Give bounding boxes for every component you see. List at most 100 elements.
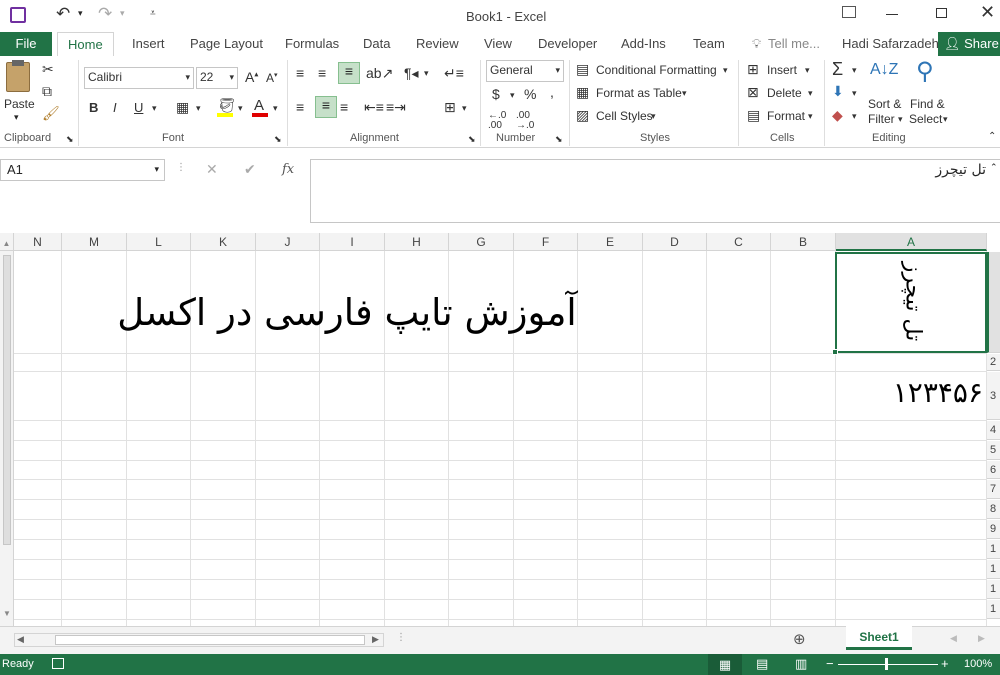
- merge-center-icon[interactable]: ⊞: [444, 100, 456, 114]
- tab-page-layout[interactable]: Page Layout: [190, 36, 263, 51]
- column-header-g[interactable]: G: [449, 233, 514, 251]
- insert-cells-button[interactable]: Insert: [767, 63, 797, 77]
- column-header-n[interactable]: N: [14, 233, 62, 251]
- zoom-out-icon[interactable]: −: [826, 656, 834, 671]
- zoom-thumb[interactable]: [885, 658, 888, 670]
- delete-cells-icon[interactable]: ⊠: [747, 85, 759, 99]
- format-as-table-icon[interactable]: ▦: [576, 85, 589, 99]
- conditional-formatting-icon[interactable]: ▤: [576, 62, 589, 76]
- column-header-f[interactable]: F: [514, 233, 578, 251]
- orientation-icon[interactable]: ab↗: [366, 66, 393, 80]
- italic-icon[interactable]: I: [113, 101, 117, 114]
- decrease-font-icon[interactable]: A▾: [266, 72, 278, 84]
- font-color-icon[interactable]: A: [254, 98, 264, 113]
- row-header[interactable]: 3: [987, 372, 1000, 420]
- scroll-right-icon[interactable]: ▶: [372, 634, 379, 645]
- vertical-scrollbar[interactable]: ▼: [0, 251, 14, 626]
- undo-icon[interactable]: ↶: [56, 4, 70, 24]
- paste-button[interactable]: Paste: [4, 97, 35, 111]
- number-format-select[interactable]: General ▾: [486, 60, 564, 82]
- rtl-dropdown-icon[interactable]: ▾: [424, 69, 429, 78]
- row-header[interactable]: 2: [987, 354, 1000, 371]
- page-break-view-icon[interactable]: ▥: [795, 656, 807, 672]
- redo-icon[interactable]: ↷: [98, 4, 112, 24]
- align-right-icon[interactable]: ≡: [340, 100, 348, 114]
- new-sheet-icon[interactable]: ⊕: [793, 630, 806, 648]
- tab-file[interactable]: File: [0, 32, 52, 56]
- find-select-line1[interactable]: Find &: [910, 97, 945, 111]
- paste-dropdown-icon[interactable]: ▾: [14, 112, 19, 123]
- cell-styles-icon[interactable]: ▨: [576, 108, 589, 122]
- row-header[interactable]: 6: [987, 461, 1000, 479]
- user-name[interactable]: Hadi Safarzadeh: [842, 36, 939, 51]
- increase-font-icon[interactable]: A▴: [245, 70, 258, 84]
- page-layout-view-icon[interactable]: ▤: [756, 656, 768, 672]
- scroll-up-icon[interactable]: ▲: [3, 239, 11, 248]
- currency-icon[interactable]: $: [492, 87, 500, 101]
- column-header-m[interactable]: M: [62, 233, 127, 251]
- tab-review[interactable]: Review: [416, 36, 459, 51]
- conditional-formatting-button[interactable]: Conditional Formatting: [596, 63, 717, 77]
- bold-icon[interactable]: B: [89, 101, 98, 114]
- row-header[interactable]: 1: [987, 540, 1000, 559]
- increase-indent-icon[interactable]: ≡⇥: [386, 100, 406, 114]
- row-header[interactable]: 1: [987, 600, 1000, 619]
- comma-icon[interactable]: ,: [550, 85, 554, 99]
- formula-input[interactable]: [310, 159, 1000, 223]
- undo-dropdown-icon[interactable]: ▾: [78, 8, 83, 19]
- sheet-tab-sheet1[interactable]: Sheet1: [846, 626, 912, 650]
- maximize-icon[interactable]: [936, 8, 947, 18]
- tab-team[interactable]: Team: [693, 36, 725, 51]
- insert-function-icon[interactable]: fx: [282, 162, 294, 177]
- confirm-entry-icon[interactable]: ✔: [244, 161, 256, 178]
- split-grip-icon[interactable]: ⋮: [396, 632, 406, 643]
- select-all-corner[interactable]: ▲: [0, 233, 14, 251]
- paste-icon[interactable]: [6, 62, 30, 92]
- close-icon[interactable]: ✕: [980, 2, 995, 23]
- align-left-icon[interactable]: ≡: [296, 100, 304, 114]
- sort-filter-line1[interactable]: Sort &: [868, 97, 901, 111]
- font-size-select[interactable]: 22 ▾: [196, 67, 238, 89]
- borders-dropdown-icon[interactable]: ▾: [196, 104, 201, 113]
- normal-view-icon[interactable]: ▦: [708, 654, 742, 675]
- copy-icon[interactable]: ⧉: [42, 84, 52, 98]
- row-header[interactable]: 8: [987, 500, 1000, 519]
- merge-dropdown-icon[interactable]: ▾: [462, 104, 467, 113]
- horizontal-scrollbar[interactable]: ◀ ▶: [14, 633, 384, 647]
- minimize-icon[interactable]: [886, 14, 898, 15]
- cell-styles-button[interactable]: Cell Styles: [596, 109, 653, 123]
- row-header[interactable]: 5: [987, 441, 1000, 460]
- chevron-down-icon[interactable]: ▾: [808, 89, 813, 98]
- redo-dropdown-icon[interactable]: ▾: [120, 8, 125, 19]
- share-button[interactable]: 👤︎ Share: [938, 32, 1000, 56]
- cancel-entry-icon[interactable]: ✕: [206, 161, 218, 178]
- row-header[interactable]: 7: [987, 480, 1000, 499]
- bottom-align-icon[interactable]: ≡: [338, 62, 360, 84]
- middle-align-icon[interactable]: ≡: [318, 66, 326, 80]
- decrease-decimal-icon[interactable]: .00 →.0: [516, 111, 534, 131]
- sheet-next-icon[interactable]: ▶: [978, 633, 985, 644]
- percent-icon[interactable]: %: [524, 87, 536, 101]
- alignment-launcher-icon[interactable]: ⬊: [468, 135, 476, 144]
- format-cells-icon[interactable]: ▤: [747, 108, 760, 122]
- column-header-j[interactable]: J: [256, 233, 320, 251]
- clipboard-launcher-icon[interactable]: ⬊: [66, 135, 74, 144]
- row-header[interactable]: 9: [987, 520, 1000, 539]
- sort-filter-icon[interactable]: A↓Z: [870, 62, 898, 78]
- column-header-c[interactable]: C: [707, 233, 771, 251]
- merged-title-cell[interactable]: آموزش تایپ فارسی در اکسل: [62, 291, 632, 335]
- chevron-down-icon[interactable]: ▾: [805, 66, 810, 75]
- format-as-table-button[interactable]: Format as Table: [596, 86, 682, 100]
- save-icon[interactable]: [10, 7, 26, 23]
- scroll-left-icon[interactable]: ◀: [17, 634, 24, 645]
- tell-me-search[interactable]: Tell me...: [768, 36, 820, 51]
- increase-decimal-icon[interactable]: ←.0.00: [488, 111, 506, 131]
- scroll-down-icon[interactable]: ▼: [3, 609, 11, 618]
- find-select-line2[interactable]: Select: [909, 112, 942, 126]
- zoom-slider[interactable]: [838, 664, 938, 665]
- tab-insert[interactable]: Insert: [132, 36, 165, 51]
- name-box[interactable]: A1 ▾: [0, 159, 165, 181]
- borders-icon[interactable]: ▦: [176, 100, 189, 114]
- h-scroll-thumb[interactable]: [55, 635, 365, 645]
- cell-a3[interactable]: ۱۲۳۴۵۶: [836, 376, 983, 409]
